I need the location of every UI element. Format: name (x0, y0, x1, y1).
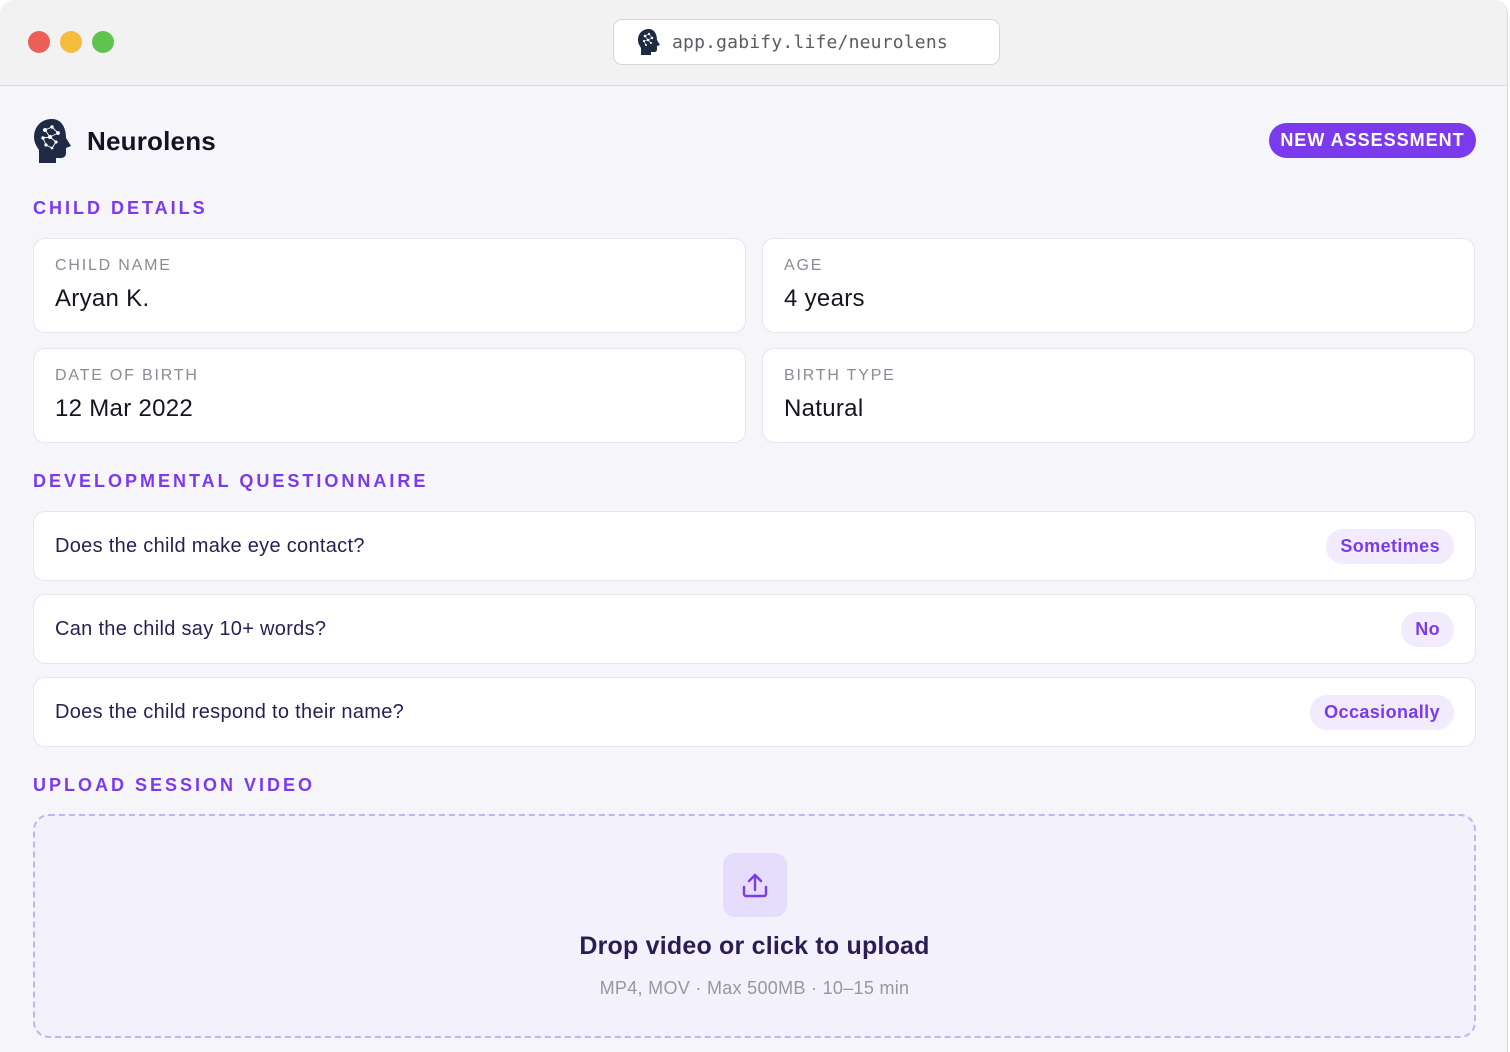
browser-window: app.gabify.life/neurolens Neurolens NEW … (0, 0, 1508, 1052)
field-value: Aryan K. (55, 285, 150, 312)
field-value: 12 Mar 2022 (55, 395, 194, 422)
field-value: Natural (784, 395, 864, 422)
question-row-words[interactable]: Can the child say 10+ words? No (33, 594, 1476, 664)
upload-icon (723, 853, 787, 917)
field-label: DATE OF BIRTH (55, 367, 199, 384)
birth-type-field[interactable]: BIRTH TYPE Natural (762, 348, 1475, 443)
field-label: AGE (784, 257, 824, 274)
question-text: Can the child say 10+ words? (55, 617, 327, 640)
video-dropzone[interactable]: Drop video or click to upload MP4, MOV ·… (33, 814, 1476, 1038)
child-details-heading: CHILD DETAILS (33, 198, 208, 218)
field-label: BIRTH TYPE (784, 367, 896, 384)
age-field[interactable]: AGE 4 years (762, 238, 1475, 333)
field-value: 4 years (784, 285, 865, 312)
question-text: Does the child make eye contact? (55, 534, 365, 557)
url-text: app.gabify.life/neurolens (672, 31, 948, 53)
child-name-field[interactable]: CHILD NAME Aryan K. (33, 238, 746, 333)
answer-pill[interactable]: Sometimes (1326, 528, 1454, 564)
browser-titlebar: app.gabify.life/neurolens (0, 0, 1507, 86)
address-bar[interactable]: app.gabify.life/neurolens (613, 19, 1000, 65)
question-text: Does the child respond to their name? (55, 700, 405, 723)
neurolens-logo-icon (34, 119, 71, 163)
questionnaire-heading: DEVELOPMENTAL QUESTIONNAIRE (33, 471, 429, 491)
app-name: Neurolens (87, 125, 216, 156)
neurolens-favicon-icon (638, 29, 660, 55)
answer-pill[interactable]: Occasionally (1310, 694, 1454, 730)
upload-heading: UPLOAD SESSION VIDEO (33, 775, 316, 795)
app-content: Neurolens NEW ASSESSMENT CHILD DETAILS C… (0, 86, 1507, 1052)
minimize-window-button[interactable] (60, 31, 82, 53)
field-label: CHILD NAME (55, 257, 172, 274)
brand: Neurolens (30, 116, 216, 166)
dropzone-subtitle: MP4, MOV · Max 500MB · 10–15 min (599, 978, 910, 998)
new-assessment-button[interactable]: NEW ASSESSMENT (1269, 123, 1476, 158)
question-row-name-response[interactable]: Does the child respond to their name? Oc… (33, 677, 1476, 747)
question-row-eye-contact[interactable]: Does the child make eye contact? Sometim… (33, 511, 1476, 581)
answer-pill[interactable]: No (1401, 611, 1454, 647)
dropzone-title: Drop video or click to upload (579, 932, 930, 960)
maximize-window-button[interactable] (92, 31, 114, 53)
date-of-birth-field[interactable]: DATE OF BIRTH 12 Mar 2022 (33, 348, 746, 443)
close-window-button[interactable] (28, 31, 50, 53)
